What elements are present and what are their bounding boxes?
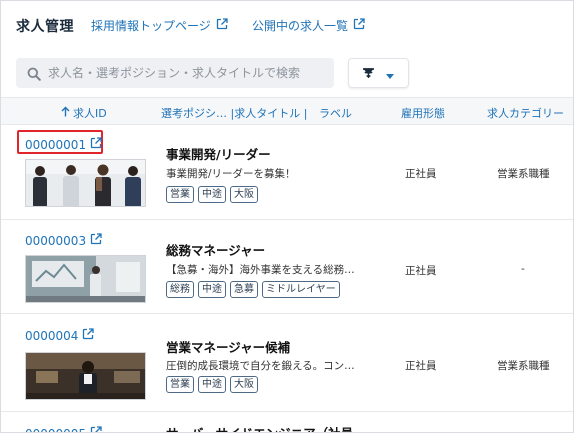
page-title: 求人管理 <box>16 19 74 35</box>
external-link-icon <box>90 426 102 432</box>
job-title[interactable]: 営業マネージャー候補 <box>166 337 290 356</box>
job-description: 圧倒的成長環境で自分を鍛える。コン… <box>166 360 355 372</box>
column-header-position-title[interactable]: 選考ポジシ… |求人タイトル | <box>161 105 307 121</box>
search-icon <box>27 66 41 81</box>
tag-list: 総務 中途 急募 ミドルレイヤー <box>166 281 340 298</box>
public-jobs-link-label: 公開中の求人一覧 <box>252 19 349 33</box>
job-id: 00000001 <box>25 137 87 152</box>
job-id: 00000003 <box>25 233 87 248</box>
job-id: 00000005 <box>25 427 86 433</box>
label-tag: ミドルレイヤー <box>262 281 340 298</box>
job-id-link[interactable]: 00000003 <box>25 233 102 248</box>
label-tag: 総務 <box>166 281 194 298</box>
job-title[interactable]: サーバーサイドエンジニア（社員 <box>166 423 353 432</box>
label-tag: 大阪 <box>230 186 258 203</box>
search-input[interactable] <box>48 66 318 80</box>
sort-up-arrow-icon <box>61 106 70 120</box>
job-thumbnail-image <box>25 352 146 400</box>
tag-list: 営業 中途 大阪 <box>166 186 258 203</box>
public-jobs-link[interactable]: 公開中の求人一覧 <box>252 17 365 34</box>
job-title[interactable]: 総務マネージャー <box>166 240 265 259</box>
sort-by-id-header[interactable]: 求人ID <box>61 105 107 121</box>
recruit-top-link-label: 採用情報トップページ <box>91 19 211 33</box>
job-thumbnail-image <box>25 159 146 207</box>
label-tag: 中途 <box>198 376 226 393</box>
table-row[interactable]: 0000004 営業マネージャー候補 圧倒的成長環境で自分を鍛える。コン… 営業… <box>1 314 573 412</box>
job-id-link[interactable]: 0000004 <box>25 328 95 343</box>
external-link-icon <box>90 233 102 248</box>
label-tag: 営業 <box>166 186 194 203</box>
job-management-panel: 求人管理 採用情報トップページ 公開中の求人一覧 求人名・選考ポジション・求人タ… <box>0 0 574 433</box>
job-description: 【急募・海外】海外事業を支える総務… <box>166 264 355 276</box>
label-tag: 急募 <box>230 281 258 298</box>
employment-type: 正社員 <box>405 168 437 180</box>
column-header-label[interactable]: ラベル <box>319 105 352 121</box>
job-id-link[interactable]: 00000001 <box>25 137 102 152</box>
column-header-employment[interactable]: 雇用形態 <box>401 105 445 121</box>
external-link-icon <box>82 328 95 343</box>
employment-type: 正社員 <box>405 265 437 277</box>
job-id: 0000004 <box>25 328 79 343</box>
job-description: 事業開発/リーダーを募集！ <box>166 168 296 180</box>
label-tag: 営業 <box>166 376 194 393</box>
chevron-down-icon <box>386 64 394 83</box>
filter-icon <box>362 64 375 83</box>
table-row[interactable]: 00000003 総務マネージャー 【急募・海外】海外事業を支える総務… 総務 … <box>1 220 573 314</box>
job-category: 営業系職種 <box>497 360 550 372</box>
search-box[interactable] <box>16 58 334 88</box>
table-row[interactable]: 00000005 サーバーサイドエンジニア（社員 <box>1 412 573 433</box>
label-tag: 中途 <box>198 281 226 298</box>
page-header: 求人管理 採用情報トップページ 公開中の求人一覧 <box>1 1 573 49</box>
recruit-top-link[interactable]: 採用情報トップページ <box>91 17 228 34</box>
external-link-icon <box>353 18 365 33</box>
tag-list: 営業 中途 大阪 <box>166 376 258 393</box>
table-row[interactable]: 00000001 事業開発/リーダー 事業開発/リーダーを募集！ 営業 中途 大… <box>1 126 573 220</box>
job-title[interactable]: 事業開発/リーダー <box>166 144 271 163</box>
job-category: - <box>521 263 525 275</box>
external-link-icon <box>90 137 102 152</box>
column-header-category[interactable]: 求人カテゴリー <box>487 105 564 121</box>
filter-button[interactable] <box>348 58 409 88</box>
employment-type: 正社員 <box>405 360 437 372</box>
label-tag: 大阪 <box>230 376 258 393</box>
column-header-id: 求人ID <box>73 107 107 120</box>
job-category: 営業系職種 <box>497 168 550 180</box>
table-header: 求人ID 選考ポジシ… |求人タイトル | ラベル 雇用形態 求人カテゴリー <box>1 97 573 125</box>
job-thumbnail-image <box>25 255 146 303</box>
label-tag: 中途 <box>198 186 226 203</box>
external-link-icon <box>216 18 228 33</box>
job-id-link[interactable]: 00000005 <box>25 426 102 433</box>
